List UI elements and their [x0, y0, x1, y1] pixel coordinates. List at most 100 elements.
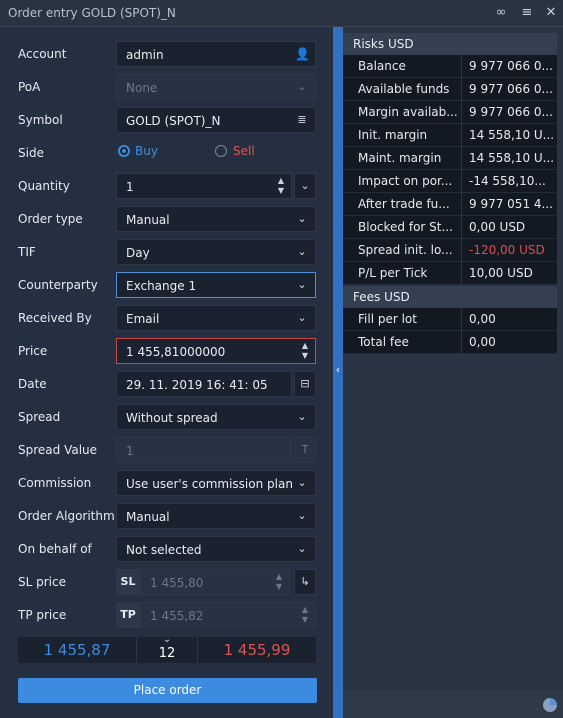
- symbol-row: Symbol GOLD (SPOT)_N ≣: [0, 107, 333, 135]
- date-row: Date 29. 11. 2019 16: 41: 05 ⊟: [0, 371, 333, 399]
- tif-select[interactable]: Day ⌄: [116, 239, 316, 265]
- chevron-down-icon: ⌄: [297, 80, 307, 93]
- close-icon[interactable]: ✕: [543, 5, 559, 21]
- date-label: Date: [18, 377, 47, 391]
- user-list-icon[interactable]: 👤: [295, 46, 310, 62]
- sl-tag[interactable]: SL: [116, 569, 140, 595]
- row-value: 0,00 USD: [461, 216, 557, 239]
- row-label: Impact on por...: [358, 174, 453, 188]
- spread-value-value: 1: [126, 444, 134, 458]
- spread-row: Spread Without spread ⌄: [0, 404, 333, 432]
- on-behalf-of-select[interactable]: Not selected ⌄: [116, 536, 316, 562]
- quantity-value: 1: [126, 180, 134, 194]
- tp-tag[interactable]: TP: [116, 602, 140, 628]
- symbol-field[interactable]: GOLD (SPOT)_N ≣: [116, 107, 316, 133]
- row-value: 14 558,10 U...: [461, 147, 557, 170]
- order-algorithm-select[interactable]: Manual ⌄: [116, 503, 316, 529]
- spread-select[interactable]: Without spread ⌄: [116, 404, 316, 430]
- counterparty-select[interactable]: Exchange 1 ⌄: [116, 272, 316, 298]
- price-input[interactable]: 1 455,81000000 ▲ ▼: [116, 338, 316, 364]
- chevron-down-icon[interactable]: ⌄: [137, 634, 197, 645]
- table-row: Margin availab... 9 977 066 0...: [343, 101, 557, 124]
- sl-price-row: SL price SL 1 455,80 ▲ ▼ ↳: [0, 569, 333, 597]
- quantity-input[interactable]: 1 ▲ ▼: [116, 173, 292, 199]
- account-row: Account admin 👤: [0, 41, 333, 69]
- row-label: Blocked for St...: [358, 220, 453, 234]
- chevron-down-icon: ⌄: [297, 509, 307, 522]
- tp-price-value: 1 455,82: [150, 609, 204, 623]
- spread-label: Spread: [18, 410, 61, 424]
- quantity-dropdown-button[interactable]: ⌄: [294, 173, 316, 199]
- commission-row: Commission Use user's commission plan ⌄: [0, 470, 333, 498]
- chevron-left-icon[interactable]: ‹: [333, 363, 343, 376]
- chevron-down-icon: ⌄: [297, 542, 307, 555]
- table-row: Available funds 9 977 066 0...: [343, 78, 557, 101]
- buy-label[interactable]: Buy: [135, 144, 158, 158]
- tp-price-label: TP price: [18, 608, 67, 622]
- table-row: Balance 9 977 066 0...: [343, 55, 557, 78]
- pie-chart-icon[interactable]: [543, 698, 557, 712]
- sell-label[interactable]: Sell: [233, 144, 255, 158]
- tp-price-input[interactable]: 1 455,82 ▲ ▼: [140, 602, 316, 628]
- table-row: Total fee 0,00: [343, 331, 557, 354]
- order-algorithm-row: Order Algorithm Manual ⌄: [0, 503, 333, 531]
- place-order-button[interactable]: Place order: [18, 678, 317, 703]
- chevron-down-icon: ⌄: [297, 476, 307, 489]
- link-icon[interactable]: ∞: [493, 5, 509, 21]
- quote-panel: 1 455,87 ⌄ 12 1 455,99: [18, 634, 316, 663]
- risks-panel: Risks USD Balance 9 977 066 0... Available…: [343, 27, 563, 718]
- row-label: Balance: [358, 59, 406, 73]
- commission-select[interactable]: Use user's commission plan ⌄: [116, 470, 316, 496]
- spread-value: Without spread: [126, 411, 218, 425]
- quantity-stepper[interactable]: ▲ ▼: [275, 176, 287, 198]
- counterparty-row: Counterparty Exchange 1 ⌄: [0, 272, 333, 300]
- tif-row: TIF Day ⌄: [0, 239, 333, 267]
- table-row: After trade fu... 9 977 051 4...: [343, 193, 557, 216]
- spread-value-input: 1: [116, 437, 292, 463]
- row-label: Total fee: [358, 335, 409, 349]
- received-by-value: Email: [126, 312, 160, 326]
- row-value: 9 977 066 0...: [461, 101, 557, 124]
- row-value: 0,00: [461, 331, 557, 354]
- row-value: 9 977 051 4...: [461, 193, 557, 216]
- table-row: Init. margin 14 558,10 U...: [343, 124, 557, 147]
- panel-splitter[interactable]: ‹: [333, 27, 343, 718]
- price-label: Price: [18, 344, 48, 358]
- table-row: Maint. margin 14 558,10 U...: [343, 147, 557, 170]
- on-behalf-of-label: On behalf of: [18, 542, 92, 556]
- sl-price-value: 1 455,80: [150, 576, 204, 590]
- calendar-icon[interactable]: ⊟: [294, 371, 316, 397]
- row-value: -14 558,10...: [461, 170, 557, 193]
- account-label: Account: [18, 47, 67, 61]
- bid-price[interactable]: 1 455,87: [18, 637, 136, 663]
- buy-radio[interactable]: [118, 145, 130, 157]
- ask-price[interactable]: 1 455,99: [198, 637, 316, 663]
- row-label: After trade fu...: [358, 197, 450, 211]
- received-by-select[interactable]: Email ⌄: [116, 305, 316, 331]
- order-type-label: Order type: [18, 212, 83, 226]
- date-input[interactable]: 29. 11. 2019 16: 41: 05: [116, 371, 292, 397]
- account-field[interactable]: admin 👤: [116, 41, 316, 67]
- sl-price-input[interactable]: 1 455,80 ▲ ▼: [140, 569, 290, 595]
- list-icon[interactable]: ≣: [295, 112, 309, 128]
- sell-radio[interactable]: [215, 145, 227, 157]
- spread-points: 12: [158, 646, 176, 661]
- order-type-select[interactable]: Manual ⌄: [116, 206, 316, 232]
- row-label: Init. margin: [358, 128, 428, 142]
- symbol-value: GOLD (SPOT)_N: [126, 114, 221, 128]
- tif-value: Day: [126, 246, 150, 260]
- list-menu-icon[interactable]: ≡: [519, 5, 535, 21]
- commission-value: Use user's commission plan: [126, 477, 293, 491]
- sl-toggle-icon[interactable]: ↳: [294, 569, 316, 595]
- row-value: 14 558,10 U...: [461, 124, 557, 147]
- table-row: Blocked for St... 0,00 USD: [343, 216, 557, 239]
- price-stepper[interactable]: ▲ ▼: [299, 341, 311, 363]
- received-by-label: Received By: [18, 311, 92, 325]
- account-value: admin: [126, 48, 164, 62]
- row-label: Spread init. lo...: [358, 243, 453, 257]
- row-label: P/L per Tick: [358, 266, 428, 280]
- date-value: 29. 11. 2019 16: 41: 05: [126, 378, 268, 392]
- row-label: Margin availab...: [358, 105, 458, 119]
- quantity-label: Quantity: [18, 179, 70, 193]
- chevron-down-icon: ⌄: [297, 245, 307, 258]
